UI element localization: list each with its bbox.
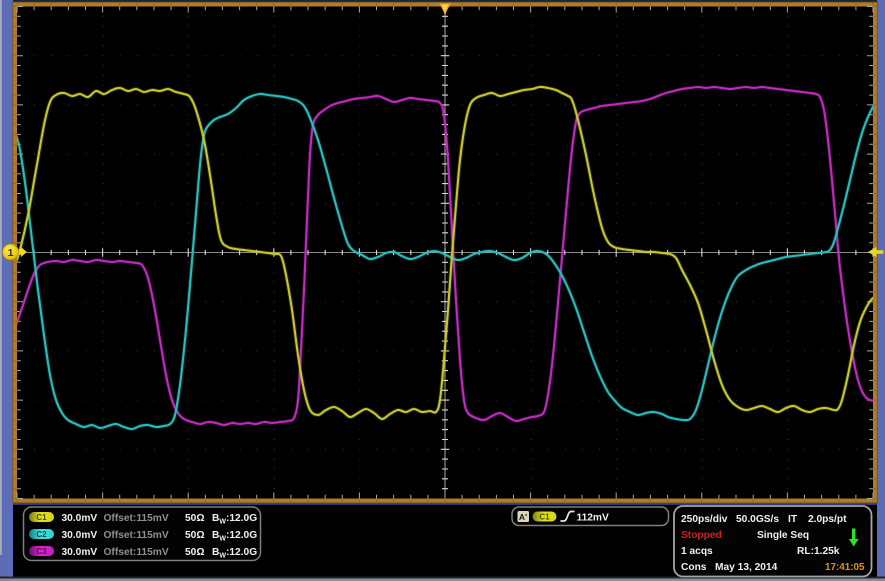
svg-text:2.0ps/pt: 2.0ps/pt — [808, 514, 847, 525]
svg-text:50.0GS/s: 50.0GS/s — [736, 514, 779, 525]
svg-text:Offset:115mV: Offset:115mV — [104, 547, 169, 558]
svg-text:112mV: 112mV — [577, 513, 609, 524]
svg-text:17:41:05: 17:41:05 — [825, 562, 865, 573]
svg-text:A′: A′ — [519, 512, 527, 522]
svg-text:30.0mV: 30.0mV — [62, 547, 98, 558]
svg-text:C2: C2 — [36, 530, 47, 539]
svg-text:IT: IT — [788, 514, 798, 525]
svg-text:Offset:115mV: Offset:115mV — [104, 513, 169, 524]
svg-text:Cons: Cons — [681, 562, 707, 573]
svg-text:C1: C1 — [36, 513, 47, 522]
svg-text:May 13, 2014: May 13, 2014 — [715, 562, 778, 573]
svg-text:50Ω: 50Ω — [185, 547, 205, 558]
svg-text:BW:12.0G: BW:12.0G — [212, 513, 257, 526]
svg-text:C1: C1 — [539, 513, 550, 522]
svg-text:50Ω: 50Ω — [185, 530, 205, 541]
svg-text:BW:12.0G: BW:12.0G — [212, 547, 257, 560]
svg-text:BW:12.0G: BW:12.0G — [212, 530, 257, 543]
svg-text:C3: C3 — [36, 547, 47, 556]
svg-text:RL:1.25k: RL:1.25k — [797, 546, 840, 557]
svg-text:30.0mV: 30.0mV — [62, 513, 98, 524]
svg-text:250ps/div: 250ps/div — [681, 514, 728, 525]
svg-text:50Ω: 50Ω — [185, 513, 205, 524]
svg-text:1 acqs: 1 acqs — [681, 546, 713, 557]
svg-text:Stopped: Stopped — [681, 530, 722, 541]
svg-text:Single Seq: Single Seq — [757, 530, 809, 541]
svg-text:30.0mV: 30.0mV — [62, 530, 98, 541]
svg-text:Offset:115mV: Offset:115mV — [104, 530, 169, 541]
svg-text:1: 1 — [8, 247, 14, 259]
